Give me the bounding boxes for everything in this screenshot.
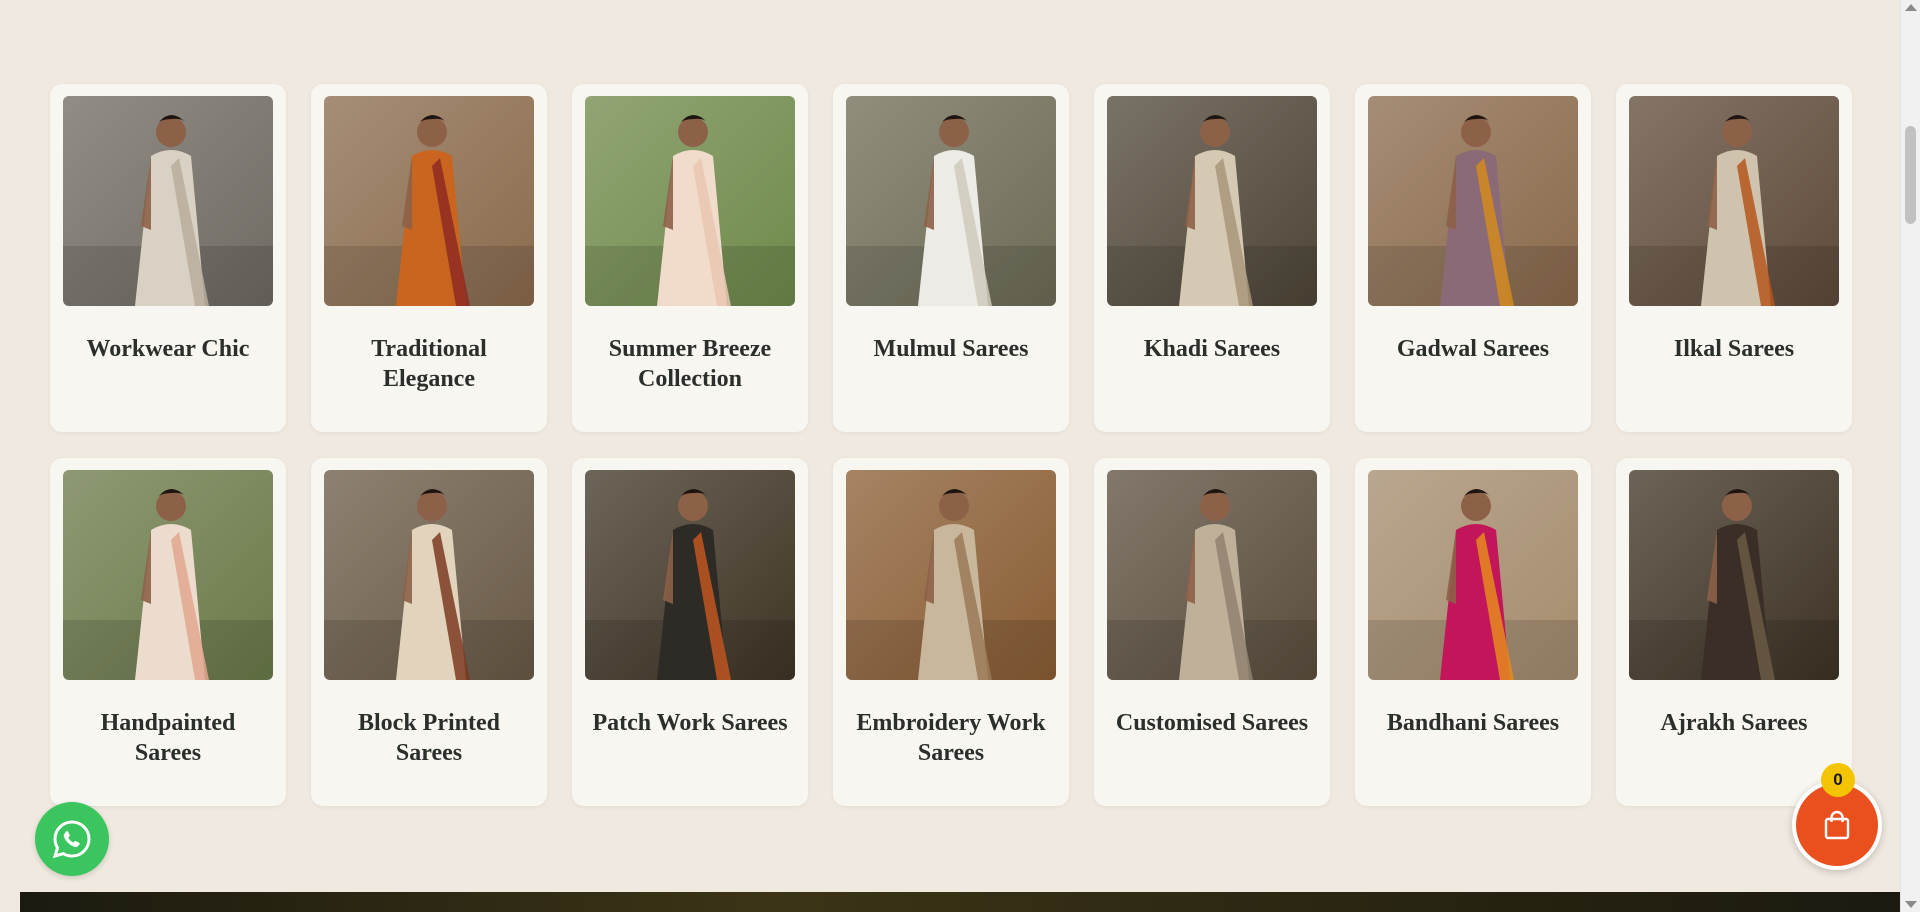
collection-card[interactable]: Workwear Chic: [50, 84, 286, 432]
collection-title[interactable]: Block Printed Sarees: [324, 708, 534, 768]
saree-photo-icon: [1368, 96, 1578, 306]
collection-title[interactable]: Embroidery Work Sarees: [846, 708, 1056, 768]
scroll-up-arrow-icon[interactable]: [1905, 4, 1917, 11]
collection-title[interactable]: Gadwal Sarees: [1368, 334, 1578, 364]
collection-image[interactable]: [1107, 96, 1317, 306]
collection-card[interactable]: Summer Breeze Collection: [572, 84, 808, 432]
collection-title[interactable]: Ajrakh Sarees: [1629, 708, 1839, 738]
collections-grid: Workwear Chic Traditional Elegance Summer …: [50, 84, 1852, 806]
collection-image[interactable]: [324, 470, 534, 680]
collection-image[interactable]: [1368, 470, 1578, 680]
collection-title[interactable]: Customised Sarees: [1107, 708, 1317, 738]
collection-image[interactable]: [63, 470, 273, 680]
collection-title[interactable]: Summer Breeze Collection: [585, 334, 795, 394]
saree-photo-icon: [63, 470, 273, 680]
footer-band: [20, 892, 1900, 912]
saree-photo-icon: [585, 470, 795, 680]
collection-title[interactable]: Bandhani Sarees: [1368, 708, 1578, 738]
saree-photo-icon: [1107, 96, 1317, 306]
collection-image[interactable]: [846, 470, 1056, 680]
saree-photo-icon: [63, 96, 273, 306]
collection-image[interactable]: [846, 96, 1056, 306]
scrollbar-thumb[interactable]: [1905, 126, 1916, 224]
collection-title[interactable]: Workwear Chic: [63, 334, 273, 364]
collection-title[interactable]: Mulmul Sarees: [846, 334, 1056, 364]
collection-title[interactable]: Khadi Sarees: [1107, 334, 1317, 364]
page: Workwear Chic Traditional Elegance Summer …: [0, 0, 1900, 912]
saree-photo-icon: [846, 96, 1056, 306]
collection-card[interactable]: Embroidery Work Sarees: [833, 458, 1069, 806]
collection-title[interactable]: Patch Work Sarees: [585, 708, 795, 738]
scrollbar[interactable]: [1900, 0, 1920, 912]
collection-card[interactable]: Handpainted Sarees: [50, 458, 286, 806]
collection-card[interactable]: Block Printed Sarees: [311, 458, 547, 806]
whatsapp-icon: [52, 820, 91, 859]
collection-card[interactable]: Customised Sarees: [1094, 458, 1330, 806]
collection-card[interactable]: Khadi Sarees: [1094, 84, 1330, 432]
collection-card[interactable]: Gadwal Sarees: [1355, 84, 1591, 432]
saree-photo-icon: [324, 96, 534, 306]
saree-photo-icon: [1368, 470, 1578, 680]
collection-card[interactable]: Ajrakh Sarees: [1616, 458, 1852, 806]
collection-card[interactable]: Traditional Elegance: [311, 84, 547, 432]
collection-card[interactable]: Ilkal Sarees: [1616, 84, 1852, 432]
saree-photo-icon: [846, 470, 1056, 680]
saree-photo-icon: [1629, 470, 1839, 680]
shopping-bag-icon: [1824, 810, 1850, 840]
collection-image[interactable]: [1107, 470, 1317, 680]
collection-image[interactable]: [585, 96, 795, 306]
collection-image[interactable]: [1629, 96, 1839, 306]
saree-photo-icon: [324, 470, 534, 680]
cart-count-badge: 0: [1821, 763, 1855, 797]
collection-image[interactable]: [324, 96, 534, 306]
collection-image[interactable]: [1629, 470, 1839, 680]
collection-title[interactable]: Handpainted Sarees: [63, 708, 273, 768]
collection-title[interactable]: Traditional Elegance: [324, 334, 534, 394]
collection-title[interactable]: Ilkal Sarees: [1629, 334, 1839, 364]
collection-image[interactable]: [585, 470, 795, 680]
saree-photo-icon: [1107, 470, 1317, 680]
collection-card[interactable]: Patch Work Sarees: [572, 458, 808, 806]
collection-image[interactable]: [63, 96, 273, 306]
collection-image[interactable]: [1368, 96, 1578, 306]
collection-card[interactable]: Bandhani Sarees: [1355, 458, 1591, 806]
collection-card[interactable]: Mulmul Sarees: [833, 84, 1069, 432]
saree-photo-icon: [1629, 96, 1839, 306]
whatsapp-button[interactable]: [35, 802, 109, 876]
scroll-down-arrow-icon[interactable]: [1905, 901, 1917, 908]
saree-photo-icon: [585, 96, 795, 306]
